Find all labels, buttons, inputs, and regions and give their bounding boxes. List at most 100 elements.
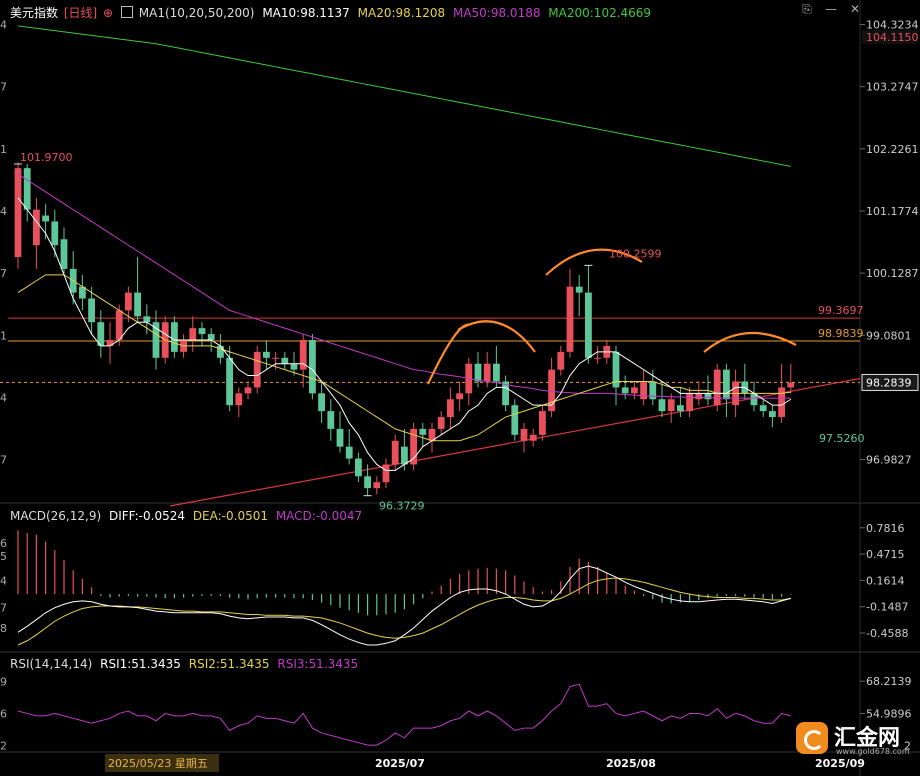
candle-body [483,363,491,382]
candle-body [704,393,712,400]
macd-left-tick-label: 8 [0,622,7,635]
candle-body [198,328,206,335]
logo-badge-mark [804,730,824,750]
candle-body [474,363,482,382]
candle-body [207,334,215,340]
candle-body [787,382,795,388]
ma200-value: MA200:102.4669 [548,6,652,20]
candle-body [134,292,141,317]
candle-body [493,363,500,382]
period-tag[interactable]: [日线] [64,6,97,20]
candle-body [355,458,362,477]
x-label-july: 2025/07 [375,757,425,770]
export-icon[interactable]: ⎘ [800,2,814,16]
candle-body [585,292,592,358]
candle-body [621,387,629,394]
candle-body [511,405,519,435]
candle-body [327,411,335,429]
high-aug-label: 100.2599 [609,247,662,260]
candle-body [778,387,785,418]
candle-body [253,351,261,388]
candle-body [345,446,353,459]
price-left-tick-label: 7 [0,454,7,467]
candle-body [723,369,730,400]
minimize-icon[interactable]: — [824,2,838,16]
candle-body [171,322,178,352]
resistance2-label: 98.9839 [818,327,864,340]
macd-tick-label: 0.7816 [866,522,905,535]
candle-body [51,221,59,246]
cursor-date-label: 2025/05/23 星期五 [108,757,208,770]
symbol-name: 美元指数 [10,6,59,20]
price-left-tick-label: 4 [0,391,7,404]
candle-body [33,209,40,246]
gold678-logo: 汇金网 www.gold678.com [796,718,912,758]
candle-body [447,399,454,418]
ma50-value: MA50:98.0188 [452,6,541,20]
macd-diff-value: DIFF:-0.0524 [108,509,185,523]
candle-body [235,393,243,406]
rsi-left-tick-label: 9 [0,675,7,688]
candle-body [88,298,95,323]
chart-root: { "header": { "symbol": "美元指数", "period"… [0,0,920,776]
candle-body [290,363,298,370]
candle-body [539,411,546,435]
candle-body [373,482,381,489]
macd-label: MACD(26,12,9) [10,509,102,523]
candle-body [263,351,270,358]
candle-body [125,292,132,311]
macd-header: MACD(26,12,9) DIFF:-0.0524 DEA:-0.0501 M… [10,509,362,523]
rsi-left-tick-label: 6 [0,707,7,720]
candle-body [759,405,767,412]
candle-body [364,476,371,489]
macd-macd-value: MACD:-0.0047 [275,509,363,523]
max-tag-label: 104.1150 [866,31,919,44]
rsi3-value: RSI3:51.3435 [277,657,359,671]
candle-body [14,168,22,258]
candle-body [336,428,344,447]
candle-body [529,434,537,441]
candle-body [244,387,252,394]
price-tick-label: 103.2747 [866,81,919,94]
candle-body [60,239,68,269]
macd-left-tick-label: 7 [0,602,7,615]
price-tick-label: 102.2261 [866,143,919,156]
macd-left-tick-label: 5 [0,550,7,563]
close-icon[interactable]: ✕ [848,2,862,16]
rsi-tick-label: 68.2139 [866,675,912,688]
candle-body [106,340,114,346]
macd-tick-label: -0.1487 [866,601,908,614]
candle-body [281,357,289,364]
indicator-toggle-icon[interactable] [120,6,133,18]
low-july-label: 96.3729 [379,500,425,513]
candle-body [226,357,233,406]
resistance1-label: 99.3697 [818,304,864,317]
macd-left-tick-label: 6 [0,537,7,550]
candle-body [769,411,776,418]
candle-body [677,405,684,412]
rsi-label: RSI(14,14,14) [10,657,93,671]
price-left-tick-label: 7 [0,81,7,94]
candle-body [566,286,574,352]
macd-left-tick-label: 4 [0,575,7,588]
rsi-left-tick-label: 2 [0,740,7,753]
price-tick-label: 100.1287 [866,267,919,280]
candle-body [713,369,721,406]
rsi1-value: RSI1:51.3435 [100,657,181,671]
candle-body [520,428,528,441]
candle-body [575,286,583,293]
candle-body [401,446,408,465]
candle-body [143,316,151,323]
candle-body [640,381,647,400]
price-tick-label: 104.3234 [866,19,919,32]
candle-body [695,393,703,400]
candle-body [667,399,675,412]
price-left-tick-label: 1 [0,329,7,342]
candle-body [456,393,463,400]
target-icon[interactable]: ⊕ [103,6,113,20]
candle-body [437,417,445,429]
main-header: 美元指数 [日线] ⊕ MA1(10,20,50,200) MA10:98.11… [10,4,651,21]
macd-tick-label: -0.4588 [866,627,908,640]
candle-body [419,428,427,435]
current-price-tag-label: 98.2839 [866,376,912,389]
